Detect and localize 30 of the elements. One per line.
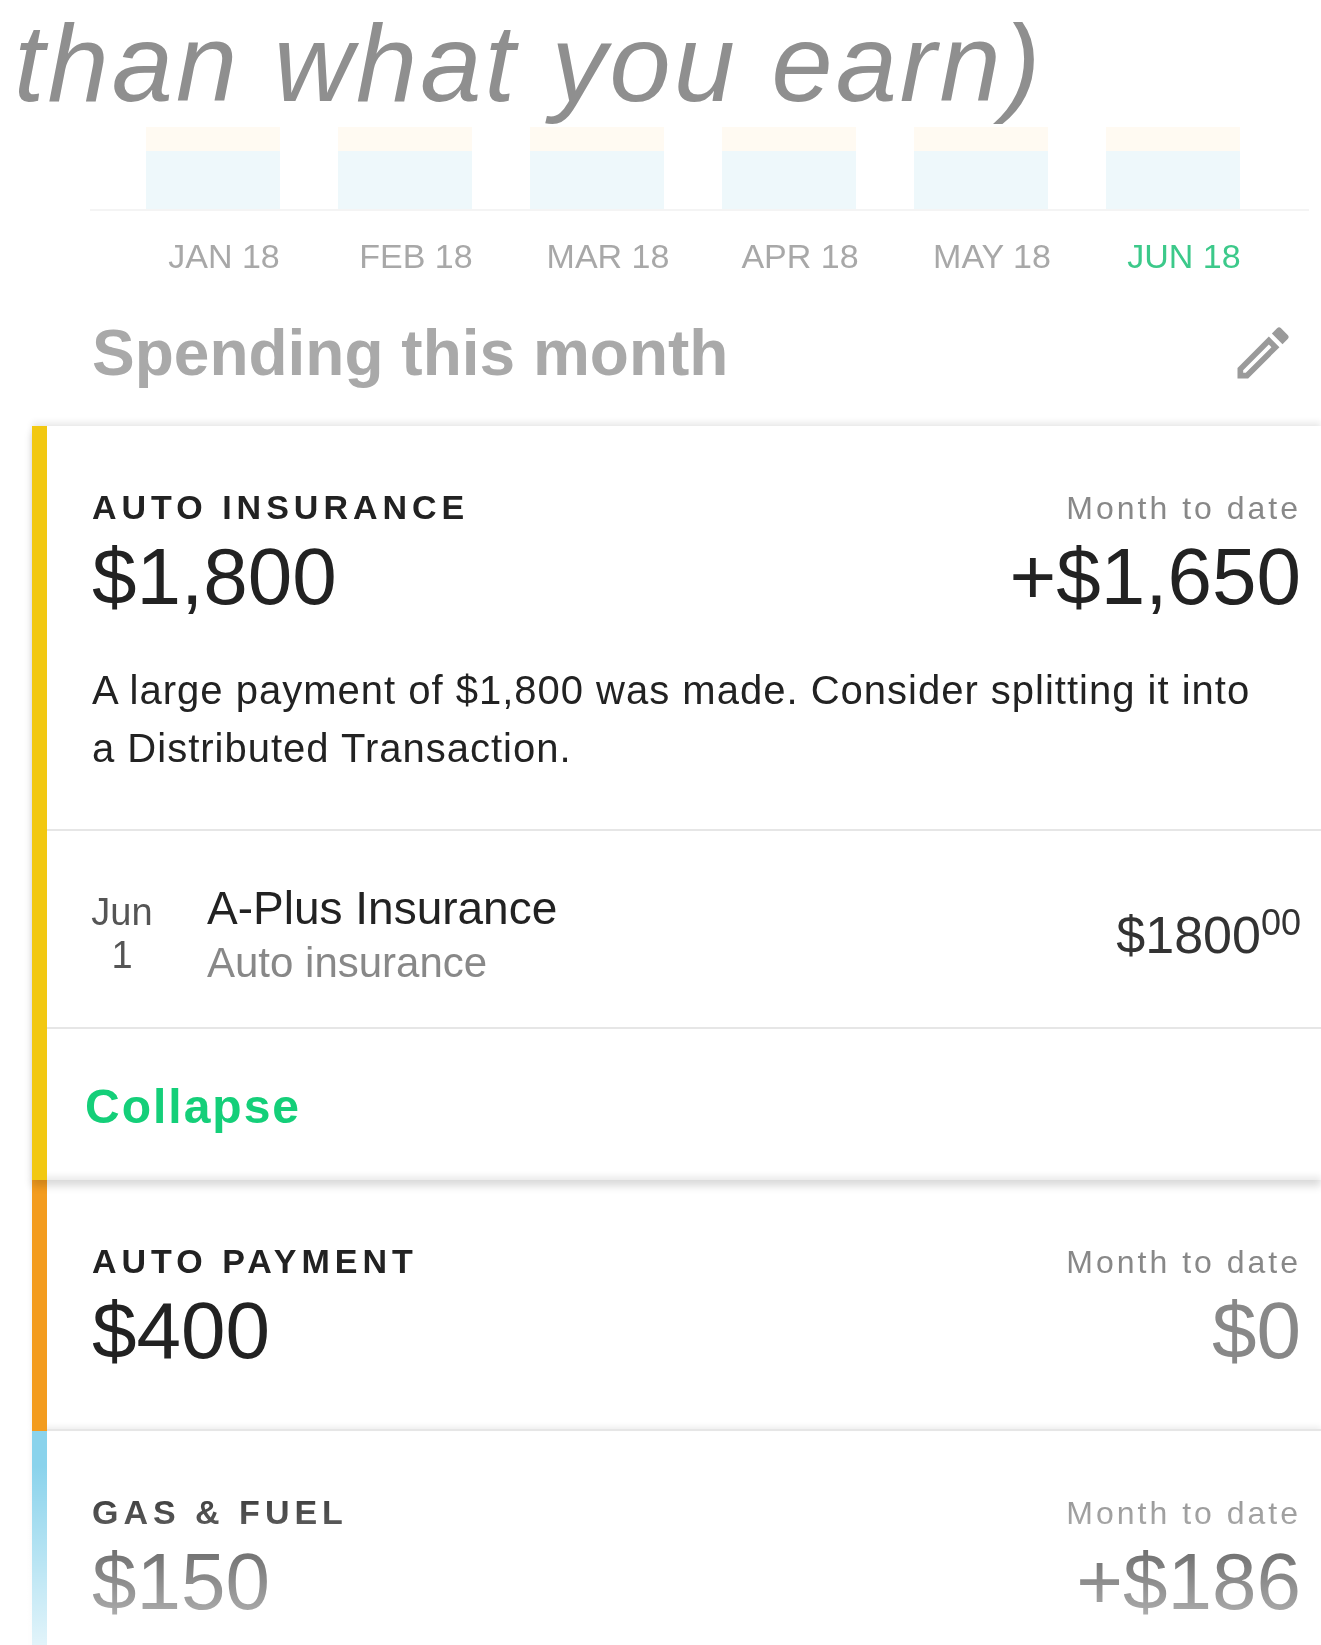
transaction-category: Auto insurance — [207, 938, 489, 987]
month-label[interactable]: JAN 18 — [140, 236, 308, 276]
section-title: Spending this month — [92, 315, 729, 390]
category-card[interactable]: AUTO INSURANCE Month to date $1,800 +$1,650 A large payment of $1,800 was made. Consider splitting it into a Distributed Transaction. Jun 1 A-Plus Insurance Auto insurance $1800$^{00}$ Collapse — [32, 425, 1321, 1180]
budget-amount: $400 — [92, 1284, 270, 1377]
category-card[interactable]: GAS & FUEL Month to date $150 +$186 — [32, 1430, 1321, 1645]
transaction-month: Jun — [91, 890, 153, 934]
transaction-amount: $1800$^{00}$ — [1116, 901, 1301, 966]
month-to-date-label: Month to date — [1066, 489, 1301, 527]
month-to-date-value: $0 — [1212, 1284, 1301, 1377]
month-label[interactable]: APR 18 — [716, 236, 884, 276]
budget-amount: $1,800 — [92, 530, 337, 623]
transaction-day: 1 — [111, 933, 133, 977]
collapse-button[interactable]: Collapse — [85, 1078, 302, 1134]
month-to-date-label: Month to date — [1066, 1243, 1301, 1281]
category-name: GAS & FUEL — [92, 1492, 348, 1532]
month-to-date-value: +$1,650 — [1009, 530, 1301, 623]
month-to-date-label: Month to date — [1066, 1494, 1301, 1532]
category-card[interactable]: AUTO PAYMENT Month to date $400 $0 — [32, 1179, 1321, 1431]
month-label[interactable]: MAR 18 — [524, 236, 692, 276]
month-label[interactable]: JUN 18 — [1100, 236, 1268, 276]
category-name: AUTO PAYMENT — [92, 1241, 418, 1281]
category-name: AUTO INSURANCE — [92, 487, 470, 527]
month-label[interactable]: FEB 18 — [332, 236, 500, 276]
headline: than what you earn) — [14, 0, 1044, 126]
month-to-date-value: +$186 — [1076, 1535, 1301, 1628]
alert-note: A large payment of $1,800 was made. Consider splitting it into a Distributed Transaction. — [92, 666, 1252, 772]
budget-amount: $150 — [92, 1535, 270, 1628]
merchant-name: A-Plus Insurance — [207, 880, 559, 935]
month-label[interactable]: MAY 18 — [908, 236, 1076, 276]
